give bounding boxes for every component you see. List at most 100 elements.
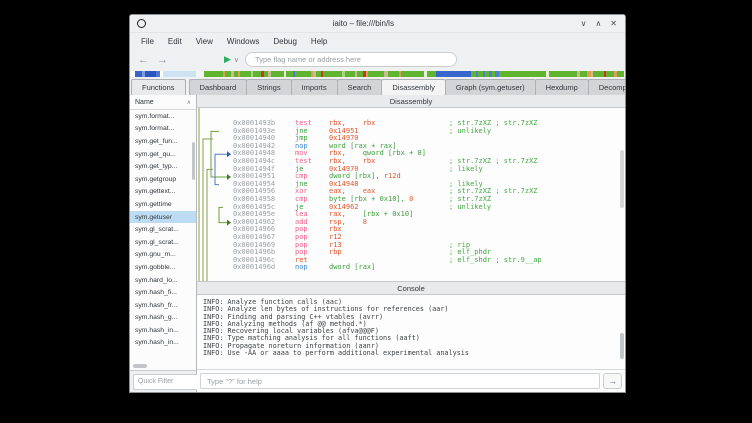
console-input-row: → bbox=[197, 370, 625, 392]
functions-list: sym.format...sym.format...sym.get_fun...… bbox=[130, 110, 196, 362]
menu-item-windows[interactable]: Windows bbox=[220, 35, 266, 48]
disasm-line[interactable]: 0x00014956xoreax, eax; str.7zXZ ; str.7z… bbox=[233, 188, 625, 196]
function-list-item[interactable]: sym.gobble... bbox=[130, 261, 196, 274]
disasm-operands: rbp bbox=[329, 249, 449, 257]
function-list-item[interactable]: sym.get_qu... bbox=[130, 148, 196, 161]
menu-item-file[interactable]: File bbox=[134, 35, 161, 48]
desktop: iaito – file:///bin/ls ∨ ∧ ✕ FileEditVie… bbox=[0, 0, 752, 423]
function-list-item[interactable]: sym.hash_g... bbox=[130, 312, 196, 325]
tab-search[interactable]: Search bbox=[337, 79, 383, 95]
forward-icon[interactable]: → bbox=[157, 55, 168, 65]
disasm-line[interactable]: 0x00014948movrbx, qword [rbx + 8] bbox=[233, 150, 625, 158]
send-command-icon[interactable]: → bbox=[603, 373, 622, 389]
disasm-line[interactable]: 0x00014962addrsp, 8 bbox=[233, 219, 625, 227]
tab-hexdump[interactable]: Hexdump bbox=[535, 79, 589, 95]
function-list-item[interactable]: sym.getuser bbox=[130, 211, 196, 224]
disasm-comment: ; elf_shdr ; str.9__ap bbox=[449, 257, 625, 265]
disasm-line[interactable]: 0x0001495elearax, [rbx + 0x10] bbox=[233, 211, 625, 219]
disasm-line[interactable]: 0x00014954jne0x14948; likely bbox=[233, 181, 625, 189]
flag-search-input[interactable] bbox=[245, 52, 457, 67]
memory-segment bbox=[427, 71, 436, 77]
disassembly-view: 0x0001493btestrbx, rbx; str.7zXZ ; str.7… bbox=[197, 108, 625, 282]
functions-hscrollbar[interactable] bbox=[132, 363, 194, 369]
function-list-item[interactable]: sym.gl_scrat... bbox=[130, 223, 196, 236]
back-icon[interactable]: ← bbox=[138, 55, 149, 65]
function-list-item[interactable]: sym.format... bbox=[130, 110, 196, 123]
disasm-line[interactable]: 0x00014951cmpdword [rbx], r12d bbox=[233, 173, 625, 181]
disasm-mnemonic: nop bbox=[295, 264, 329, 272]
function-list-item[interactable]: sym.gettext... bbox=[130, 186, 196, 199]
disassembly-panel-header[interactable]: Disassembly bbox=[197, 95, 625, 108]
console-panel-header[interactable]: Console bbox=[197, 282, 625, 295]
functions-panel: Name ∧ sym.format...sym.format...sym.get… bbox=[130, 95, 197, 392]
function-list-item[interactable]: sym.gl_scrat... bbox=[130, 236, 196, 249]
menu-item-help[interactable]: Help bbox=[304, 35, 334, 48]
function-list-item[interactable]: sym.hash_in... bbox=[130, 324, 196, 337]
disasm-line[interactable]: 0x00014958cmpbyte [rbx + 0x10], 0; str.7… bbox=[233, 196, 625, 204]
app-logo-icon bbox=[137, 19, 146, 28]
continue-icon[interactable]: ▶ bbox=[224, 54, 231, 65]
maximize-button[interactable]: ∧ bbox=[595, 20, 601, 28]
disasm-line[interactable]: 0x00014967popr12 bbox=[233, 234, 625, 242]
function-list-item[interactable]: sym.getgroup bbox=[130, 173, 196, 186]
menu-item-view[interactable]: View bbox=[189, 35, 220, 48]
tab-imports[interactable]: Imports bbox=[291, 79, 338, 95]
function-list-item[interactable]: sym.gettime bbox=[130, 198, 196, 211]
column-header-name[interactable]: Name bbox=[135, 99, 154, 106]
disasm-line[interactable]: 0x0001493ejne0x14951; unlikely bbox=[233, 128, 625, 136]
tab-dashboard[interactable]: Dashboard bbox=[189, 79, 248, 95]
chevron-down-icon[interactable]: ∨ bbox=[234, 56, 239, 64]
functions-scrollbar[interactable] bbox=[192, 142, 195, 180]
console-line: INFO: Use -AA or aaaa to perform additio… bbox=[203, 350, 625, 357]
disasm-line[interactable]: 0x00014966poprbx bbox=[233, 226, 625, 234]
disasm-line[interactable]: 0x0001494ctestrbx, rbx; str.7zXZ ; str.7… bbox=[233, 158, 625, 166]
memory-segment bbox=[436, 71, 471, 77]
function-list-item[interactable]: sym.format... bbox=[130, 123, 196, 136]
memory-segment bbox=[204, 71, 223, 77]
memory-segment bbox=[617, 71, 624, 77]
menu-item-debug[interactable]: Debug bbox=[266, 35, 304, 48]
memory-segment bbox=[295, 71, 310, 77]
disasm-line[interactable]: 0x00014940jmp0x14970 bbox=[233, 135, 625, 143]
function-list-item[interactable]: sym.hash_in... bbox=[130, 337, 196, 350]
disasm-line[interactable]: 0x0001495cje0x14962; unlikely bbox=[233, 204, 625, 212]
function-list-item[interactable]: sym.get_fun... bbox=[130, 135, 196, 148]
memory-segment bbox=[499, 71, 546, 77]
function-list-item[interactable]: sym.get_typ... bbox=[130, 160, 196, 173]
disasm-line[interactable]: 0x0001496dnopdword [rax] bbox=[233, 264, 625, 272]
disassembly-scrollbar[interactable] bbox=[620, 150, 624, 208]
console-scrollbar[interactable] bbox=[620, 333, 624, 359]
memory-map-bar[interactable] bbox=[131, 71, 624, 77]
console-command-input[interactable] bbox=[200, 373, 600, 389]
tab-functions[interactable]: Functions bbox=[131, 79, 186, 95]
disasm-operand: dword [rax] bbox=[329, 263, 375, 271]
memory-segment bbox=[606, 71, 614, 77]
sort-ascending-icon[interactable]: ∧ bbox=[187, 99, 191, 106]
toolbar: ← → ▶ ∨ bbox=[130, 49, 625, 70]
disasm-line[interactable]: 0x0001496cret; elf_shdr ; str.9__ap bbox=[233, 257, 625, 265]
memory-segment bbox=[549, 71, 577, 77]
titlebar[interactable]: iaito – file:///bin/ls ∨ ∧ ✕ bbox=[130, 15, 625, 33]
close-button[interactable]: ✕ bbox=[610, 20, 617, 28]
function-list-item[interactable]: sym.hash_fr... bbox=[130, 299, 196, 312]
disasm-line[interactable]: 0x00014942nopword [rax + rax] bbox=[233, 143, 625, 151]
function-list-item[interactable]: sym.hard_lo... bbox=[130, 274, 196, 287]
function-list-item[interactable]: sym.hash_fi... bbox=[130, 286, 196, 299]
menu-item-edit[interactable]: Edit bbox=[161, 35, 189, 48]
minimize-button[interactable]: ∨ bbox=[581, 20, 587, 28]
memory-segment bbox=[401, 71, 424, 77]
memory-segment bbox=[368, 71, 384, 77]
tab-decompiler-empty[interactable]: Decompiler (Empty) bbox=[588, 79, 626, 95]
functions-column-header[interactable]: Name ∧ bbox=[130, 95, 196, 110]
memory-segment bbox=[580, 71, 587, 77]
disasm-line[interactable]: 0x0001496bpoprbp; elf_phdr bbox=[233, 249, 625, 257]
disasm-line[interactable]: 0x0001494fje0x14970; likely bbox=[233, 166, 625, 174]
tab-strings[interactable]: Strings bbox=[246, 79, 291, 95]
disasm-line[interactable]: 0x0001493btestrbx, rbx; str.7zXZ ; str.7… bbox=[233, 120, 625, 128]
function-list-item[interactable]: sym.gnu_m... bbox=[130, 249, 196, 262]
disasm-operand: 0 bbox=[409, 195, 413, 203]
tab-graph-sym-getuser[interactable]: Graph (sym.getuser) bbox=[445, 79, 536, 95]
disasm-address: 0x0001496d bbox=[233, 264, 295, 272]
tab-disassembly[interactable]: Disassembly bbox=[381, 79, 446, 95]
disasm-line[interactable]: 0x00014969popr13; rip bbox=[233, 242, 625, 250]
